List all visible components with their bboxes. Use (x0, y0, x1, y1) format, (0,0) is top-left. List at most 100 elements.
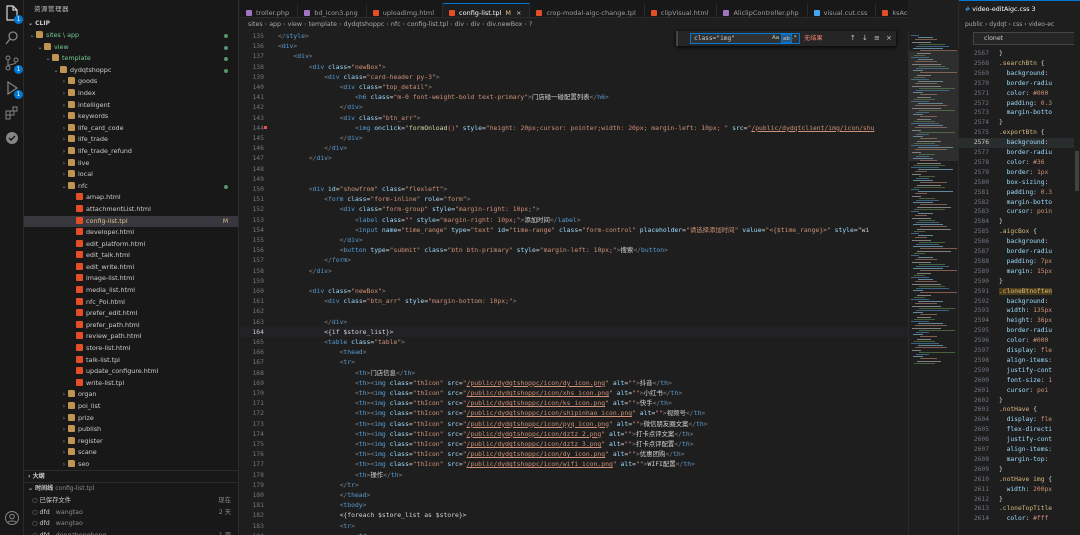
folder-item[interactable]: ⌄ template (24, 53, 238, 65)
extensions-icon[interactable] (4, 105, 20, 121)
folder-item[interactable]: › index (24, 88, 238, 100)
file-item[interactable]: developer.html (24, 227, 238, 239)
breadcrumb-item[interactable]: template (309, 21, 337, 28)
folder-item[interactable]: › publish (24, 424, 238, 436)
file-item[interactable]: prefer_edit.html (24, 308, 238, 320)
code-token: th (358, 419, 367, 428)
folder-item[interactable]: › intelligent (24, 100, 238, 112)
timeline-item[interactable]: ○ dfd wangtao (24, 518, 238, 530)
account-icon[interactable] (4, 510, 20, 526)
line-number: 2604 (973, 416, 989, 424)
folder-item[interactable]: › local (24, 169, 238, 181)
file-item[interactable]: media_list.html (24, 285, 238, 297)
breadcrumb-item[interactable]: config-list.tpl (407, 21, 448, 28)
file-item[interactable]: talk-list.tpl (24, 355, 238, 367)
editor-tab[interactable]: crop-modal-aigc-change.tpl (530, 4, 645, 17)
run-debug-icon[interactable]: 1 (4, 80, 23, 99)
right-find-input[interactable]: clonet (973, 32, 1079, 45)
folder-item[interactable]: ⌄ sites \ app (24, 30, 238, 42)
editor-tab[interactable]: config-list.tpl M × (443, 3, 531, 17)
folder-item[interactable]: › organ (24, 389, 238, 401)
code-token: <{foreach $store_list as $store}> (339, 511, 467, 520)
code-editor[interactable]: 135 </style> 136 <div> 137 <div> 138 <div cla… (240, 31, 908, 535)
file-item[interactable]: store-list.html (24, 343, 238, 355)
file-item[interactable]: edit_talk.html (24, 250, 238, 262)
code-token: #000 (1033, 89, 1049, 97)
breadcrumb-item[interactable]: div (471, 21, 480, 28)
file-item[interactable]: edit_write.html (24, 262, 238, 274)
file-item[interactable]: edit_platform.html (24, 239, 238, 251)
folder-item[interactable]: › keywords (24, 111, 238, 123)
line-number: 137 (252, 52, 264, 61)
code-token: "margin-bottom: 10px;" (428, 297, 513, 306)
file-item[interactable]: prefer_path.html (24, 320, 238, 332)
code-token: class (378, 215, 402, 224)
code-token: role (420, 195, 440, 204)
code-token: > (328, 266, 332, 275)
testing-icon[interactable] (4, 130, 20, 146)
match-case-toggle[interactable]: Aa (771, 34, 780, 43)
editor-tab[interactable]: ksAcco (876, 4, 908, 17)
file-item[interactable]: nfc_Poi.html (24, 297, 238, 309)
timeline-item[interactable]: ○ dfd wangtao 2 天 (24, 507, 238, 519)
regex-toggle[interactable]: .* (791, 34, 798, 43)
file-item[interactable]: update_configure.html (24, 366, 238, 378)
editor-tab[interactable]: visual.cut.css (808, 4, 877, 17)
right-tab[interactable]: # video-editAigc.css 3 (959, 0, 1080, 18)
timeline-header[interactable]: ⌄ 时间线 config-list.tpl (24, 483, 238, 495)
folder-item[interactable]: › scane (24, 447, 238, 459)
breadcrumb-item[interactable]: div.newBox (487, 21, 523, 28)
folder-item[interactable]: › register (24, 436, 238, 448)
folder-item[interactable]: › life_trade_refund (24, 146, 238, 158)
folder-item[interactable]: › life_trade (24, 134, 238, 146)
folder-item[interactable]: ⌄ dydqtshoppc (24, 65, 238, 77)
file-item[interactable]: write-list.tpl (24, 378, 238, 390)
editor-tab[interactable]: troller.php (240, 4, 299, 17)
arrow-up-icon[interactable]: ↑ (850, 33, 856, 44)
timeline-item[interactable]: ○ 已保存文件 现在 (24, 495, 238, 507)
folder-item[interactable]: › seo (24, 459, 238, 470)
workspace-header[interactable]: ⌄ CLIP (24, 18, 238, 30)
editor-tab[interactable]: AliclipController.php (717, 4, 808, 17)
file-item[interactable]: config-list.tpl M (24, 215, 238, 228)
code-token: 快手 (639, 399, 653, 408)
editor-tab[interactable]: bd_icon3.png (298, 4, 367, 17)
search-icon[interactable] (4, 30, 20, 46)
folder-item[interactable]: › goods (24, 76, 238, 88)
arrow-down-icon[interactable]: ↓ (862, 33, 868, 44)
breadcrumb-item[interactable]: view (288, 21, 303, 28)
close-icon[interactable]: × (516, 9, 521, 17)
code-token: div (343, 113, 355, 122)
files-icon[interactable]: 1 (4, 5, 23, 24)
file-item[interactable]: review_path.html (24, 331, 238, 343)
code-token: : (1044, 238, 1049, 246)
minimap-slider[interactable] (909, 51, 958, 161)
breadcrumb-item[interactable]: nfc (391, 21, 401, 28)
minimap[interactable] (908, 31, 958, 535)
code-token: .notHave (999, 406, 1030, 414)
folder-item[interactable]: › poi_list (24, 401, 238, 413)
file-item[interactable]: image-list.html (24, 273, 238, 285)
right-scrollbar[interactable] (1074, 31, 1080, 535)
folder-item[interactable]: › live (24, 158, 238, 170)
find-in-selection-icon[interactable]: ≡ (874, 33, 880, 44)
file-item[interactable]: amap.html (24, 192, 238, 204)
folder-item[interactable]: › prize (24, 413, 238, 425)
folder-item[interactable]: ⌄ view (24, 42, 238, 54)
editor-tab[interactable]: uploadimg.html (367, 4, 444, 17)
file-item[interactable]: attachmentList.html (24, 204, 238, 216)
scrollbar-thumb[interactable] (1075, 151, 1079, 191)
close-icon[interactable]: × (886, 33, 892, 44)
timeline-item[interactable]: ○ dfd dongzhenghong 1 周 (24, 530, 238, 535)
breadcrumb-item[interactable]: ? (529, 21, 532, 28)
breadcrumb-item[interactable]: div (455, 21, 464, 28)
breadcrumb-item[interactable]: app (269, 21, 281, 28)
folder-item[interactable]: › life_card_code (24, 123, 238, 135)
folder-item[interactable]: ⌄ nfc (24, 181, 238, 193)
source-control-icon[interactable]: 1 (4, 55, 23, 74)
code-token: tr (343, 521, 352, 530)
breadcrumb-item[interactable]: dydqtshoppc (344, 21, 385, 28)
editor-tab[interactable]: clipVisual.html (645, 4, 718, 17)
breadcrumb-item[interactable]: sites (248, 21, 263, 28)
